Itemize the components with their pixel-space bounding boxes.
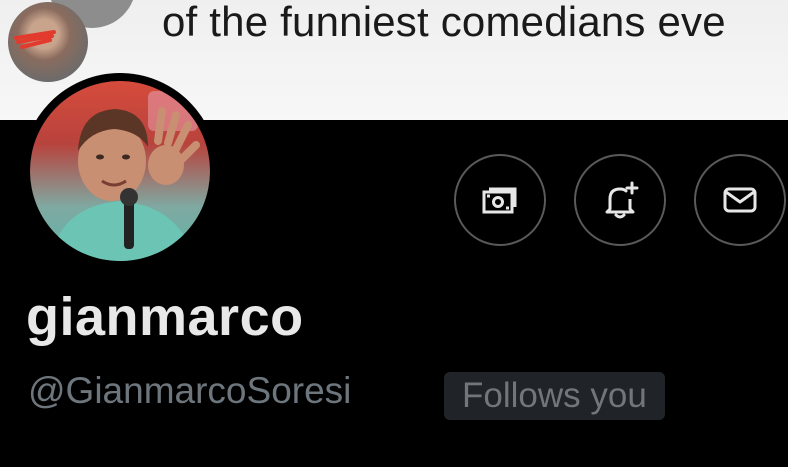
profile-avatar[interactable]: [22, 73, 218, 269]
red-scribble-icon: [14, 30, 56, 49]
notifications-button[interactable]: [574, 154, 666, 246]
mail-icon: [723, 187, 757, 213]
display-name: gianmarco: [26, 287, 304, 347]
banner-avatar[interactable]: [8, 2, 88, 82]
message-button[interactable]: [694, 154, 786, 246]
profile-photo-illustration: [50, 91, 200, 261]
tweet-text: of the funniest comedians eve: [162, 0, 726, 45]
bell-plus-icon: [605, 181, 639, 219]
follows-you-badge: Follows you: [444, 372, 665, 420]
tip-button[interactable]: [454, 154, 546, 246]
profile-photo: [30, 81, 210, 261]
user-handle: @GianmarcoSoresi: [28, 370, 352, 411]
tip-money-icon: [482, 187, 517, 214]
